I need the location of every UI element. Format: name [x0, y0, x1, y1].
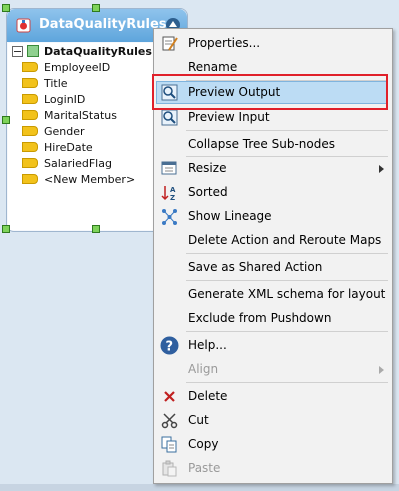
field-icon [22, 110, 38, 120]
annotation-highlight-box [152, 74, 388, 110]
field-label: SalariedFlag [44, 156, 112, 170]
preview-input-icon [161, 109, 178, 126]
menu-item-label: Rename [188, 60, 238, 74]
menu-separator [186, 382, 388, 383]
menu-item-delete-action-and-reroute-maps[interactable]: Delete Action and Reroute Maps [156, 229, 388, 252]
tree-field-item[interactable]: LoginID [22, 91, 85, 107]
tree-field-item[interactable]: SalariedFlag [22, 155, 112, 171]
menu-item-label: Resize [188, 161, 227, 175]
component-title: DataQualityRules [39, 17, 167, 32]
resize-handle[interactable] [2, 225, 10, 233]
resize-handle[interactable] [92, 4, 100, 12]
menu-item-label: Collapse Tree Sub-nodes [188, 137, 335, 151]
field-label: Title [44, 76, 68, 90]
menu-item-collapse-tree-sub-nodes[interactable]: Collapse Tree Sub-nodes [156, 133, 388, 156]
menu-item-label: Generate XML schema for layout [188, 287, 386, 301]
menu-item-save-as-shared-action[interactable]: Save as Shared Action [156, 256, 388, 279]
menu-item-exclude-from-pushdown[interactable]: Exclude from Pushdown [156, 307, 388, 330]
field-label: LoginID [44, 92, 86, 106]
menu-item-show-lineage[interactable]: Show Lineage [156, 205, 388, 228]
field-label: MaritalStatus [44, 108, 117, 122]
menu-item-label: Help... [188, 338, 227, 352]
menu-item-properties[interactable]: Properties... [156, 32, 388, 55]
submenu-arrow-icon [379, 165, 384, 173]
menu-item-label: Show Lineage [188, 209, 272, 223]
menu-separator [186, 253, 388, 254]
menu-separator [186, 331, 388, 332]
menu-separator [186, 280, 388, 281]
menu-item-label: Delete [188, 389, 228, 403]
menu-item-generate-xml-schema[interactable]: Generate XML schema for layout [156, 283, 388, 306]
tree-field-item[interactable]: Gender [22, 123, 85, 139]
menu-item-label: Sorted [188, 185, 228, 199]
field-label: <New Member> [44, 172, 136, 186]
menu-item-label: Cut [188, 413, 209, 427]
properties-icon [162, 36, 178, 51]
field-icon [22, 94, 38, 104]
tree-field-item[interactable]: MaritalStatus [22, 107, 117, 123]
submenu-arrow-icon [379, 366, 384, 374]
field-icon [22, 126, 38, 136]
menu-item-align[interactable]: Align [156, 358, 388, 381]
svg-text:Z: Z [170, 194, 175, 201]
tree-new-member-item[interactable]: <New Member> [22, 171, 135, 187]
tree-field-item[interactable]: EmployeeID [22, 59, 110, 75]
menu-item-cut[interactable]: Cut [156, 409, 388, 432]
menu-item-help[interactable]: ? Help... [156, 334, 388, 357]
menu-item-label: Exclude from Pushdown [188, 311, 332, 325]
tree-root-label: DataQualityRules [44, 44, 152, 58]
menu-item-label: Copy [188, 437, 219, 451]
svg-text:?: ? [166, 340, 174, 355]
field-icon [22, 142, 38, 152]
field-label: EmployeeID [44, 60, 111, 74]
menu-item-label: Align [188, 362, 219, 376]
lineage-icon [162, 209, 177, 225]
menu-item-label: Paste [188, 461, 221, 475]
paste-icon [162, 460, 177, 477]
menu-item-label: Preview Input [188, 110, 270, 124]
menu-item-copy[interactable]: Copy [156, 433, 388, 456]
menu-item-label: Save as Shared Action [188, 260, 323, 274]
menu-item-paste[interactable]: Paste [156, 457, 388, 480]
cut-icon [161, 413, 178, 429]
svg-text:A: A [170, 186, 176, 194]
sort-icon: A Z [161, 186, 176, 201]
menu-item-sorted[interactable]: A Z Sorted [156, 181, 388, 204]
resize-handle[interactable] [2, 116, 10, 124]
field-label: Gender [44, 124, 85, 138]
field-icon [22, 174, 38, 184]
field-label: HireDate [44, 140, 93, 154]
copy-icon [161, 436, 177, 453]
field-icon [22, 62, 38, 72]
tree-field-item[interactable]: Title [22, 75, 68, 91]
help-icon: ? [160, 336, 179, 355]
tree-field-item[interactable]: HireDate [22, 139, 93, 155]
delete-icon [164, 391, 175, 402]
tree-root-node[interactable]: DataQualityRules [12, 43, 152, 59]
menu-separator [186, 130, 388, 131]
component-type-icon [16, 18, 31, 33]
resize-handle[interactable] [92, 225, 100, 233]
field-icon [22, 158, 38, 168]
menu-item-resize[interactable]: Resize [156, 157, 388, 180]
resize-handle[interactable] [2, 4, 10, 12]
menu-item-label: Delete Action and Reroute Maps [188, 233, 382, 247]
record-icon [27, 45, 39, 57]
collapse-tree-icon[interactable] [12, 45, 23, 57]
field-icon [22, 78, 38, 88]
menu-item-delete[interactable]: Delete [156, 385, 388, 408]
menu-item-label: Properties... [188, 36, 261, 50]
resize-icon [161, 161, 177, 175]
canvas-scrollbar[interactable] [0, 484, 399, 491]
